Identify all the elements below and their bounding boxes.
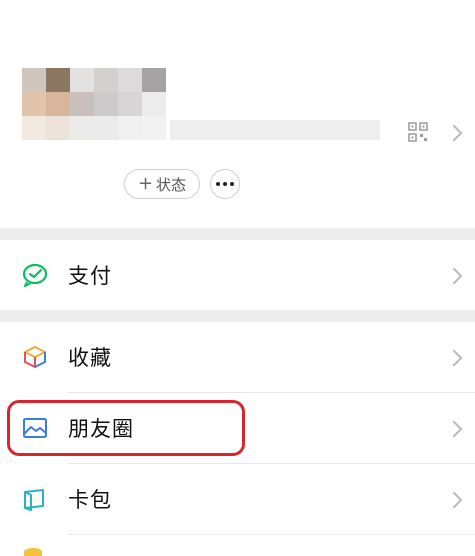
menu-item-card-wallet[interactable]: 卡包	[0, 464, 475, 534]
wechat-pay-icon	[22, 263, 48, 287]
more-button[interactable]	[210, 169, 240, 199]
qr-code-icon[interactable]	[408, 122, 428, 142]
avatar-mosaic-tile	[118, 68, 142, 92]
favorites-cube-icon	[24, 346, 46, 368]
chevron-right-icon	[445, 491, 463, 509]
section-gap	[0, 228, 475, 240]
avatar-mosaic-tile	[70, 68, 94, 92]
avatar-mosaic-tile	[94, 116, 118, 140]
dot	[223, 182, 227, 186]
menu-item-label: 收藏	[68, 346, 112, 370]
avatar-mosaic-tile	[46, 116, 70, 140]
avatar-mosaic-tile	[46, 92, 70, 116]
avatar-mosaic-tile	[94, 92, 118, 116]
avatar-mosaic-tile	[70, 92, 94, 116]
avatar-mosaic-tile	[22, 116, 46, 140]
add-status-button[interactable]: + 状态	[124, 169, 200, 199]
avatar-mosaic-tile	[142, 68, 166, 92]
avatar-mosaic-tile	[94, 68, 118, 92]
emoji-icon	[24, 548, 42, 556]
chevron-right-icon	[445, 124, 463, 142]
profile-header[interactable]: + 状态	[0, 0, 475, 228]
chevron-right-icon	[445, 420, 463, 438]
menu-item-favorites[interactable]: 收藏	[0, 322, 475, 392]
avatar-mosaic-tile	[118, 92, 142, 116]
menu-item-pay[interactable]: 支付	[0, 240, 475, 310]
dot	[230, 182, 234, 186]
menu-item-label: 卡包	[68, 488, 112, 512]
divider	[68, 534, 475, 535]
avatar-mosaic-tile	[46, 68, 70, 92]
avatar-mosaic-tile	[142, 92, 166, 116]
avatar-mosaic-tile	[70, 116, 94, 140]
status-label: 状态	[156, 175, 187, 194]
dot	[216, 182, 220, 186]
card-wallet-icon	[24, 489, 44, 511]
avatar-mosaic-tile	[118, 116, 142, 140]
chevron-right-icon	[445, 267, 463, 285]
plus-icon: +	[137, 173, 154, 194]
menu-item-label: 支付	[68, 264, 112, 288]
avatar-mosaic-tile	[142, 116, 166, 140]
avatar-mosaic-tile	[22, 92, 46, 116]
section-gap	[0, 310, 475, 322]
avatar-mosaic-tile	[22, 68, 46, 92]
chevron-right-icon	[445, 349, 463, 367]
blurred-account-info	[170, 120, 380, 140]
highlight-annotation	[7, 400, 245, 456]
